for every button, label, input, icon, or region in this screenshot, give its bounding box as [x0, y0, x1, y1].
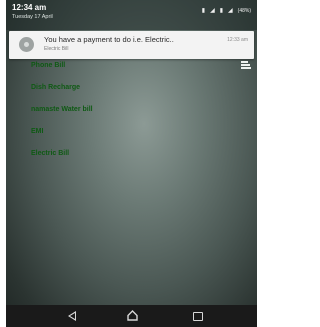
status-time: 12:34 am	[12, 3, 47, 12]
payment-notification[interactable]: You have a payment to do i.e. Electric..…	[9, 31, 254, 59]
bill-item-electric[interactable]: Electric Bill	[31, 148, 93, 170]
notification-subtitle: Electric Bill	[44, 46, 69, 52]
notification-title: You have a payment to do i.e. Electric..	[44, 35, 174, 44]
signal-icon: ◢	[228, 8, 233, 14]
status-bar: 12:34 am Tuesday 17 April ▮ ◢ ▮ ◢ (48%)	[6, 0, 257, 30]
status-icons: ▮ ◢ ▮ ◢ (48%)	[202, 8, 251, 14]
battery-percent: (48%)	[237, 8, 251, 14]
sim-icon: ▮	[219, 8, 224, 14]
status-date: Tuesday 17 April	[12, 14, 53, 20]
back-icon[interactable]	[68, 311, 76, 321]
navigation-bar	[6, 305, 257, 327]
bill-item-water[interactable]: namaste Water bill	[31, 104, 93, 126]
bill-item-dish-recharge[interactable]: Dish Recharge	[31, 82, 93, 104]
bill-item-emi[interactable]: EMI	[31, 126, 93, 148]
bill-list: Phone Bill Dish Recharge namaste Water b…	[31, 60, 93, 170]
signal-icon: ◢	[210, 8, 215, 14]
menu-icon[interactable]	[241, 61, 251, 69]
home-icon[interactable]	[127, 310, 138, 321]
bill-item-phone[interactable]: Phone Bill	[31, 60, 93, 82]
recents-icon[interactable]	[193, 312, 203, 321]
sim-icon: ▮	[201, 8, 206, 14]
app-icon	[19, 37, 34, 52]
phone-screen: 12:34 am Tuesday 17 April ▮ ◢ ▮ ◢ (48%) …	[6, 0, 257, 327]
notification-time: 12:33 am	[227, 37, 248, 43]
